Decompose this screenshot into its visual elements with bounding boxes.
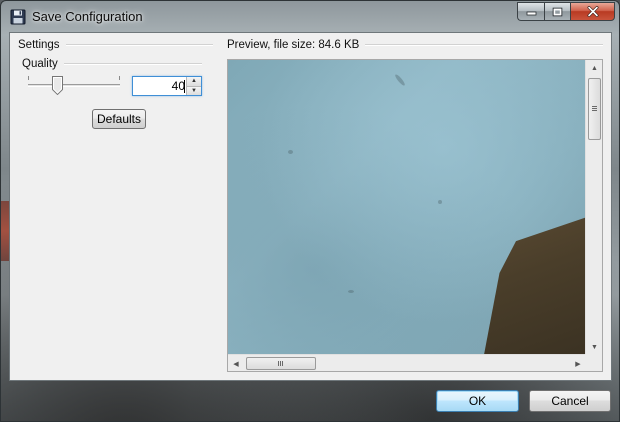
image-dark-object xyxy=(483,215,593,360)
settings-group-header: Settings xyxy=(18,39,213,51)
preview-group-header: Preview, file size: 84.6 KB xyxy=(227,39,603,51)
horizontal-scrollbar[interactable]: ◀ ▶ xyxy=(228,354,586,371)
arrow-right-icon: ▶ xyxy=(575,360,581,368)
settings-group-label: Settings xyxy=(18,39,60,51)
quality-slider[interactable] xyxy=(28,75,120,95)
quality-slider-track xyxy=(28,84,120,87)
background-desktop-accent xyxy=(1,201,9,261)
quality-group-header: Quality xyxy=(22,58,202,70)
quality-label: Quality xyxy=(22,58,58,70)
arrow-up-icon: ▲ xyxy=(591,64,598,72)
grip-icon xyxy=(278,361,284,366)
floppy-disk-icon xyxy=(10,9,26,25)
minimize-button[interactable] xyxy=(517,2,544,21)
arrow-left-icon: ◀ xyxy=(233,360,239,368)
title-bar[interactable]: Save Configuration xyxy=(1,1,620,31)
minimize-icon xyxy=(526,11,536,16)
slider-tick xyxy=(28,76,29,80)
window-frame: Save Configuration Settings Quality 40 ▲… xyxy=(0,0,620,422)
image-texture xyxy=(438,200,442,204)
image-texture xyxy=(393,73,407,87)
maximize-button[interactable] xyxy=(544,2,570,21)
quality-slider-thumb[interactable] xyxy=(52,76,63,95)
close-button[interactable] xyxy=(570,2,615,21)
spin-down-button[interactable]: ▼ xyxy=(186,85,201,95)
defaults-button[interactable]: Defaults xyxy=(92,109,146,129)
horizontal-scroll-thumb[interactable] xyxy=(246,357,316,370)
window-title: Save Configuration xyxy=(32,9,143,24)
preview-image xyxy=(228,60,593,360)
scroll-down-button[interactable]: ▼ xyxy=(586,339,602,355)
caption-buttons xyxy=(517,2,615,21)
arrow-down-icon: ▼ xyxy=(591,343,598,351)
settings-divider xyxy=(65,44,213,46)
vertical-scroll-thumb[interactable] xyxy=(588,78,601,140)
scroll-left-button[interactable]: ◀ xyxy=(228,355,244,371)
arrow-down-icon: ▼ xyxy=(191,87,197,94)
maximize-icon xyxy=(552,7,563,16)
close-icon xyxy=(587,6,598,17)
preview-file-size-label: Preview, file size: 84.6 KB xyxy=(227,39,360,51)
scroll-right-button[interactable]: ▶ xyxy=(570,355,586,371)
preview-panel[interactable]: ▲ ▼ ◀ ▶ xyxy=(227,59,603,372)
quality-spin-buttons: ▲ ▼ xyxy=(186,77,201,95)
image-texture xyxy=(348,290,354,293)
quality-input[interactable] xyxy=(135,78,185,94)
grip-icon xyxy=(592,106,597,112)
cancel-button[interactable]: Cancel xyxy=(529,390,611,412)
vertical-scrollbar[interactable]: ▲ ▼ xyxy=(585,60,602,355)
image-texture xyxy=(288,150,293,154)
text-caret xyxy=(184,80,185,93)
slider-tick xyxy=(119,76,120,80)
spin-up-button[interactable]: ▲ xyxy=(186,77,201,86)
dialog-client-area: Settings Quality ▲ ▼ Defaults xyxy=(9,32,612,381)
scrollbar-corner xyxy=(585,354,602,371)
arrow-up-icon: ▲ xyxy=(191,78,197,85)
ok-button[interactable]: OK xyxy=(436,390,519,412)
quality-divider xyxy=(63,63,202,65)
scroll-up-button[interactable]: ▲ xyxy=(586,60,602,76)
quality-spinbox[interactable]: ▲ ▼ xyxy=(132,76,202,96)
preview-divider xyxy=(365,44,603,46)
